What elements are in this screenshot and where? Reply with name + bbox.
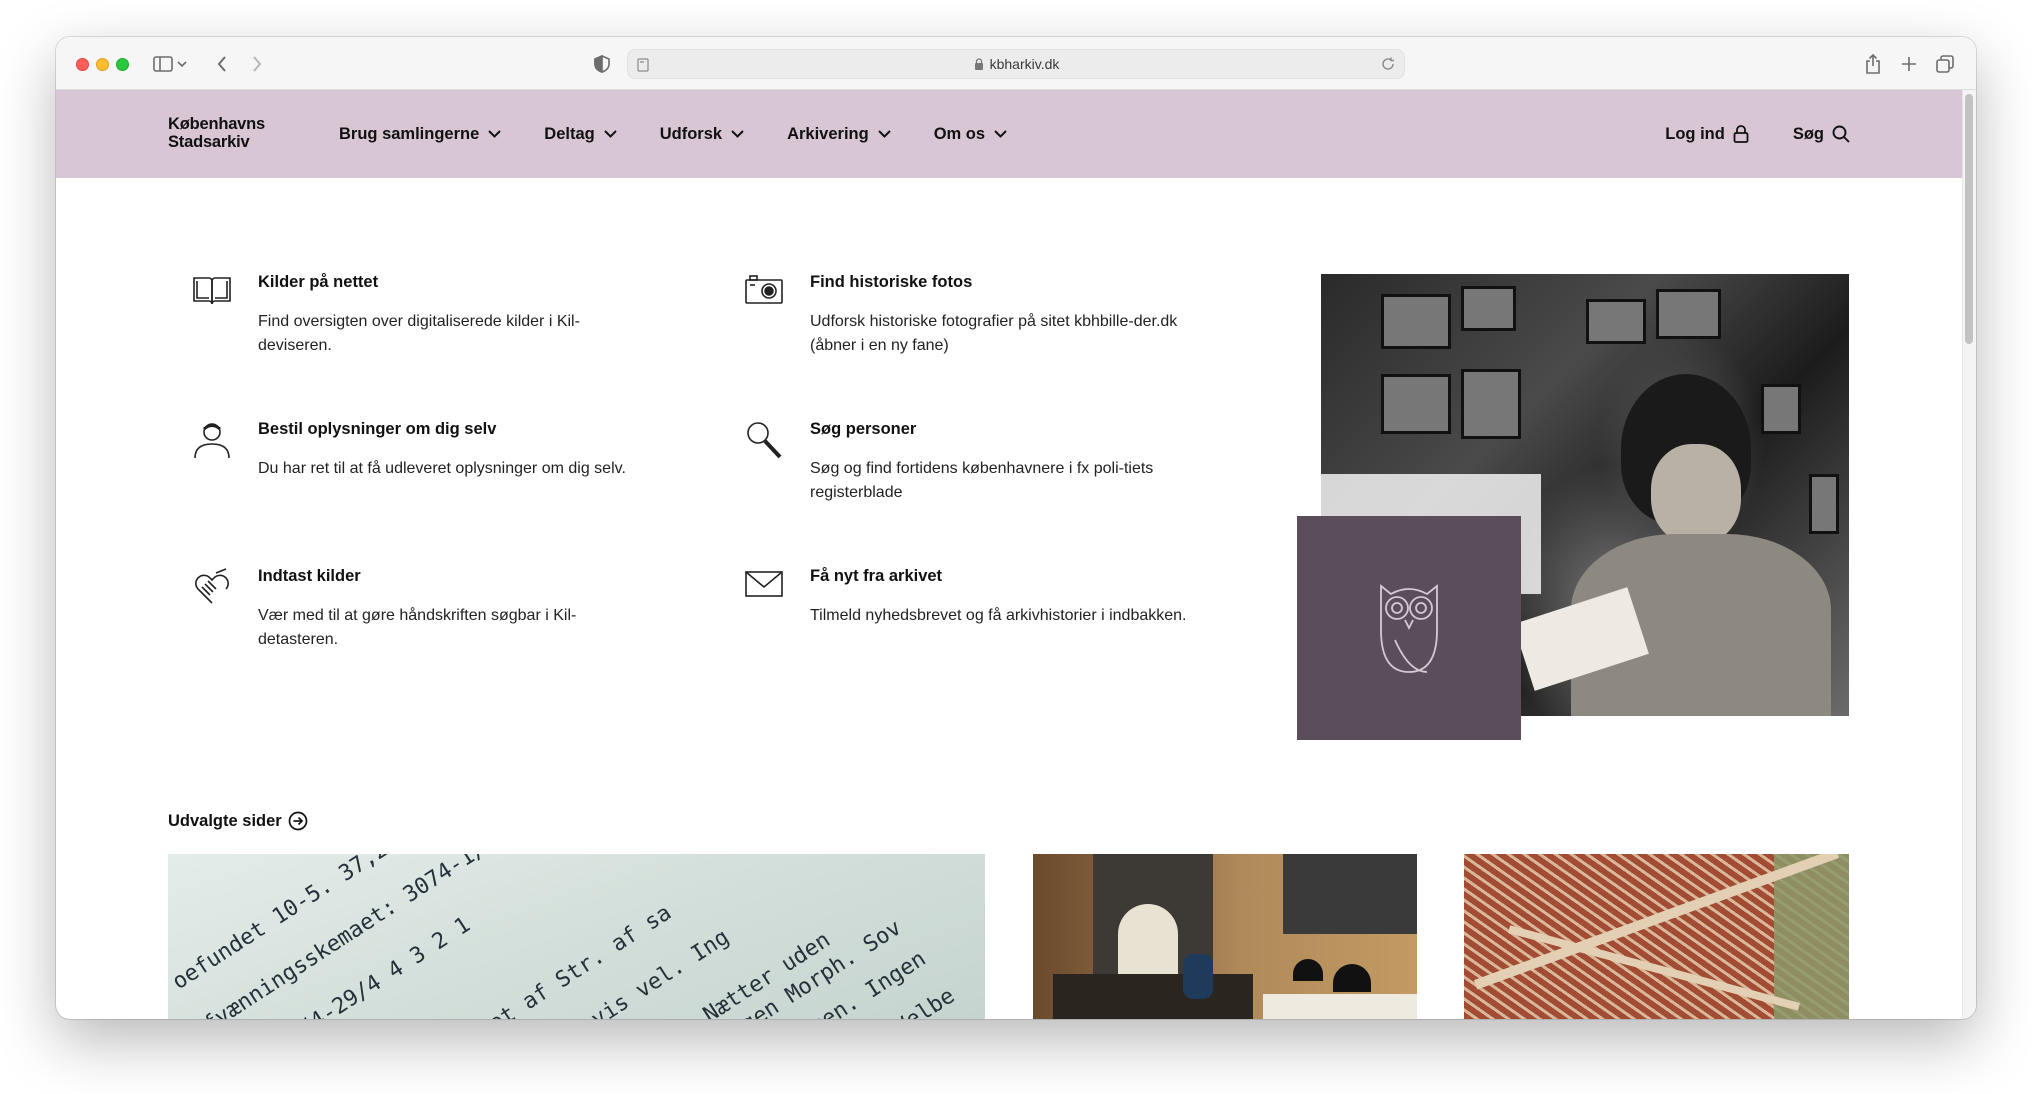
link-title: Find historiske fotos bbox=[810, 273, 973, 291]
person-icon bbox=[192, 420, 236, 464]
link-title: Indtast kilder bbox=[258, 567, 361, 585]
handshake-icon bbox=[192, 567, 236, 611]
nav-item-arkivering[interactable]: Arkivering bbox=[787, 125, 891, 144]
back-arrow-icon[interactable] bbox=[211, 53, 233, 75]
search-button[interactable]: Søg bbox=[1793, 125, 1850, 144]
link-description: Find oversigten over digitaliserede kild… bbox=[258, 313, 580, 354]
nav-item-label: Brug samlingerne bbox=[339, 124, 480, 143]
chevron-down-icon bbox=[731, 130, 744, 138]
site-header: Københavns Stadsarkiv Brug samlingerne D… bbox=[56, 90, 1962, 178]
magnifier-icon bbox=[744, 420, 788, 464]
link-title: Få nyt fra arkivet bbox=[810, 567, 943, 585]
share-icon[interactable] bbox=[1862, 53, 1884, 75]
link-title: Bestil oplysninger om dig selv bbox=[258, 420, 497, 438]
zoom-window-button[interactable] bbox=[116, 58, 129, 71]
link-description: Tilmeld nyhedsbrevet og få arkivhistorie… bbox=[810, 607, 1187, 624]
chevron-down-icon[interactable] bbox=[176, 53, 188, 75]
envelope-icon bbox=[744, 567, 788, 611]
nav-item-label: Om os bbox=[933, 124, 986, 143]
nav-item-brug-samlingerne[interactable]: Brug samlingerne bbox=[339, 124, 502, 144]
link-description: Søg og find fortidens københavnere i fx … bbox=[810, 460, 1154, 501]
sidebar-toggle-icon[interactable] bbox=[152, 53, 174, 75]
selected-pages-title: Udvalgte sider bbox=[168, 811, 282, 830]
chevron-down-icon bbox=[994, 130, 1007, 138]
link-description: Du har ret til at få udleveret oplysning… bbox=[258, 460, 626, 477]
link-title: Søg personer bbox=[810, 420, 917, 438]
nav-item-label: Deltag bbox=[544, 124, 595, 143]
scrollbar-thumb[interactable] bbox=[1965, 94, 1973, 344]
link-title: Kilder på nettet bbox=[258, 273, 379, 291]
new-tab-icon[interactable] bbox=[1898, 53, 1920, 75]
nav-item-udforsk[interactable]: Udforsk bbox=[660, 125, 744, 144]
arrow-right-circle-icon bbox=[288, 811, 308, 831]
privacy-shield-icon[interactable] bbox=[591, 53, 613, 75]
chevron-down-icon bbox=[604, 130, 617, 138]
chevron-down-icon bbox=[488, 130, 502, 138]
owl-logo-box bbox=[1297, 516, 1521, 740]
url-text: kbharkiv.dk bbox=[989, 56, 1060, 72]
login-button[interactable]: Log ind bbox=[1665, 125, 1749, 144]
site-logo[interactable]: Københavns Stadsarkiv bbox=[168, 115, 288, 151]
nav-item-label: Udforsk bbox=[659, 124, 723, 143]
owl-icon bbox=[1380, 584, 1438, 673]
lock-icon bbox=[974, 58, 983, 70]
page-icon bbox=[637, 58, 649, 75]
address-bar[interactable]: kbharkiv.dk bbox=[627, 49, 1405, 79]
reload-icon[interactable] bbox=[1381, 57, 1395, 74]
selected-card-map[interactable] bbox=[1464, 854, 1849, 1019]
header-actions: Log ind Søg bbox=[1621, 90, 1850, 178]
search-icon bbox=[1832, 125, 1850, 143]
selected-card-typewriter[interactable]: oefundet 10-5. 37,2-37/3. Afvænningsskem… bbox=[168, 854, 985, 1019]
nav-item-label: Arkivering bbox=[787, 124, 869, 143]
link-description: Vær med til at gøre håndskriften søgbar … bbox=[258, 607, 577, 648]
book-icon bbox=[192, 273, 236, 317]
forward-arrow-icon[interactable] bbox=[246, 53, 268, 75]
login-label: Log ind bbox=[1665, 124, 1725, 143]
link-description: Udforsk historiske fotografier på sitet … bbox=[810, 313, 1178, 354]
chevron-down-icon bbox=[877, 130, 891, 138]
selected-pages-heading[interactable]: Udvalgte sider bbox=[168, 811, 308, 831]
main-nav: Brug samlingerne Deltag Udforsk Arkiveri… bbox=[339, 90, 1050, 178]
search-label: Søg bbox=[1792, 124, 1824, 143]
minimize-window-button[interactable] bbox=[96, 58, 109, 71]
camera-icon bbox=[744, 273, 788, 317]
browser-window: kbharkiv.dk Københavns Stadsarkiv Brug s… bbox=[56, 37, 1976, 1019]
nav-item-deltag[interactable]: Deltag bbox=[544, 124, 617, 144]
browser-toolbar: kbharkiv.dk bbox=[56, 37, 1976, 90]
close-window-button[interactable] bbox=[76, 58, 89, 71]
nav-item-om-os[interactable]: Om os bbox=[934, 125, 1007, 144]
selected-card-reading-room[interactable] bbox=[1033, 854, 1417, 1019]
padlock-icon bbox=[1733, 125, 1749, 143]
tab-overview-icon[interactable] bbox=[1934, 53, 1956, 75]
